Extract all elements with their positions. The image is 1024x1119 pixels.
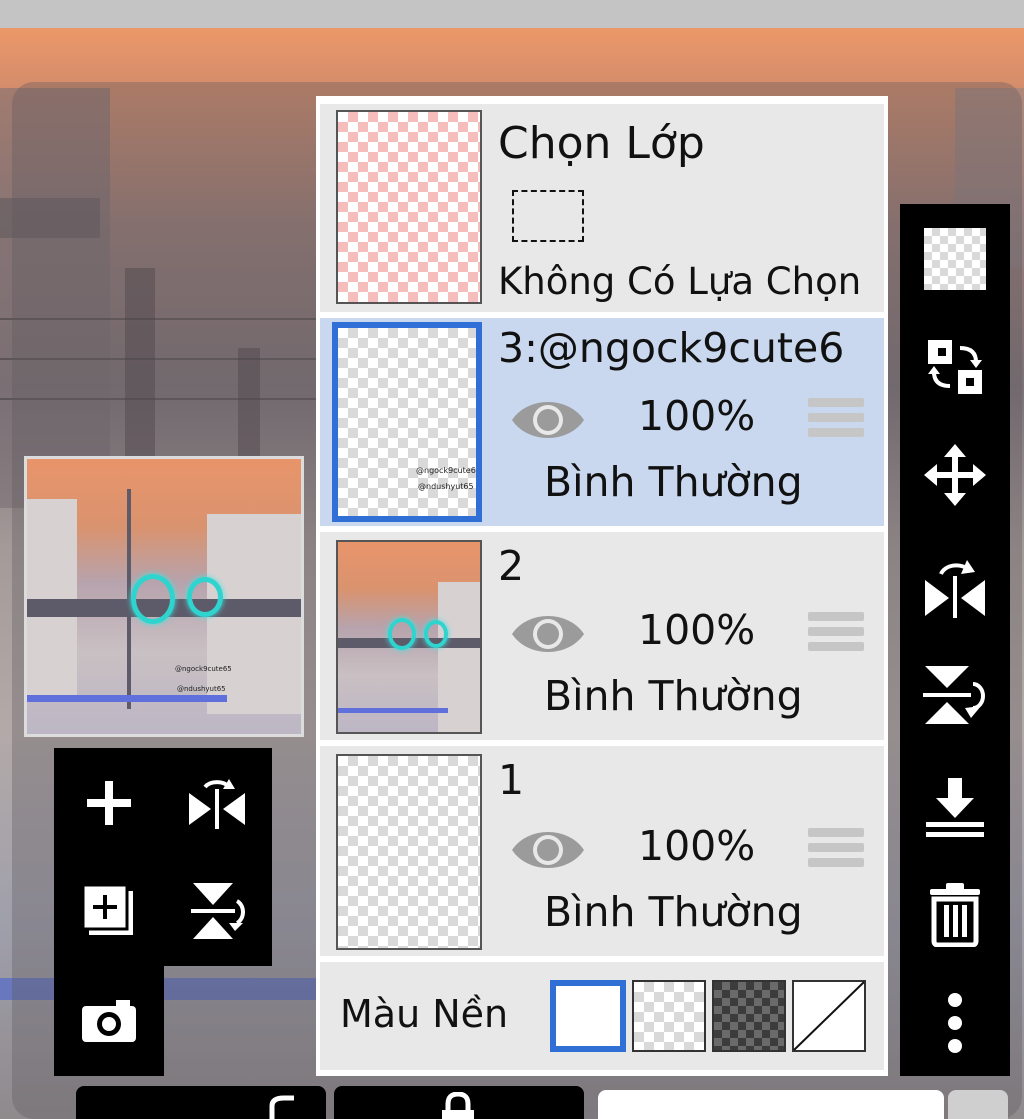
status-strip — [0, 0, 1024, 28]
background-color-label: Màu Nền — [340, 992, 509, 1036]
bg-dark-checker-swatch[interactable] — [712, 980, 786, 1052]
flip-vertical-icon[interactable] — [162, 856, 272, 966]
move-icon[interactable] — [900, 420, 1010, 530]
bottom-color-bar[interactable] — [598, 1090, 944, 1119]
delete-icon[interactable] — [900, 860, 1010, 970]
layer-row[interactable]: 2 100% Bình Thường — [320, 532, 884, 740]
selection-status: Không Có Lựa Chọn — [498, 260, 862, 303]
brush-icon — [269, 1095, 294, 1119]
merge-down-icon[interactable] — [900, 752, 1010, 862]
bottom-tool-button[interactable] — [76, 1086, 326, 1119]
bg-transparent-swatch[interactable] — [632, 980, 706, 1052]
transparency-icon[interactable] — [900, 204, 1010, 314]
selection-layer-title: Chọn Lớp — [498, 118, 705, 169]
layer-name: 1 — [498, 756, 525, 804]
visibility-eye-icon[interactable] — [510, 608, 586, 660]
left-toolbar-bottom — [54, 966, 164, 1076]
layer-row[interactable]: 1 100% Bình Thường — [320, 746, 884, 956]
layer-blend-mode[interactable]: Bình Thường — [544, 888, 803, 936]
bottom-extra-button[interactable] — [948, 1090, 1008, 1119]
layer-panel: Chọn Lớp Không Có Lựa Chọn @ngock9cute65… — [316, 96, 888, 1076]
layer-thumbnail — [336, 540, 482, 734]
bottom-lock-button[interactable] — [334, 1086, 584, 1119]
layer-blend-mode[interactable]: Bình Thường — [544, 458, 803, 506]
layer-thumbnail — [336, 754, 482, 950]
camera-icon[interactable] — [54, 966, 164, 1076]
preview-signature-1: @ngock9cute65 — [175, 665, 232, 673]
more-icon[interactable] — [900, 968, 1010, 1078]
preview-signature-2: @ndushyut65 — [177, 685, 226, 693]
layer-name: 3:@ngock9cute6 — [498, 324, 845, 372]
lock-icon — [442, 1092, 474, 1119]
layer-row[interactable]: @ngock9cute65 @ndushyut65 3:@ngock9cute6… — [320, 318, 884, 526]
flip-vertical-rotate-icon[interactable] — [900, 640, 1010, 750]
add-layer-icon[interactable] — [54, 748, 164, 858]
bg-none-swatch[interactable] — [792, 980, 866, 1052]
swap-layers-icon[interactable] — [900, 312, 1010, 422]
layer-thumbnail: @ngock9cute65 @ndushyut65 — [332, 322, 482, 522]
selection-marquee-icon — [512, 190, 584, 242]
layer-blend-mode[interactable]: Bình Thường — [544, 672, 803, 720]
layer-opacity[interactable]: 100% — [638, 606, 755, 654]
background-color-row: Màu Nền — [320, 962, 884, 1070]
right-toolbar — [900, 204, 1010, 1076]
visibility-eye-icon[interactable] — [510, 394, 586, 446]
canvas-preview[interactable]: @ngock9cute65 @ndushyut65 — [24, 456, 304, 737]
drag-handle-icon[interactable] — [808, 612, 864, 657]
drag-handle-icon[interactable] — [808, 398, 864, 443]
flip-horizontal-icon[interactable] — [162, 748, 272, 858]
layer-name: 2 — [498, 542, 525, 590]
layer-opacity[interactable]: 100% — [638, 822, 755, 870]
visibility-eye-icon[interactable] — [510, 824, 586, 876]
bg-white-swatch[interactable] — [550, 980, 626, 1052]
drag-handle-icon[interactable] — [808, 828, 864, 873]
duplicate-layer-icon[interactable] — [54, 856, 164, 966]
left-toolbar — [54, 748, 272, 966]
selection-layer-row[interactable]: Chọn Lớp Không Có Lựa Chọn — [320, 104, 884, 312]
layer-opacity[interactable]: 100% — [638, 392, 755, 440]
flip-horizontal-rotate-icon[interactable] — [900, 532, 1010, 642]
selection-layer-thumbnail — [336, 110, 482, 304]
